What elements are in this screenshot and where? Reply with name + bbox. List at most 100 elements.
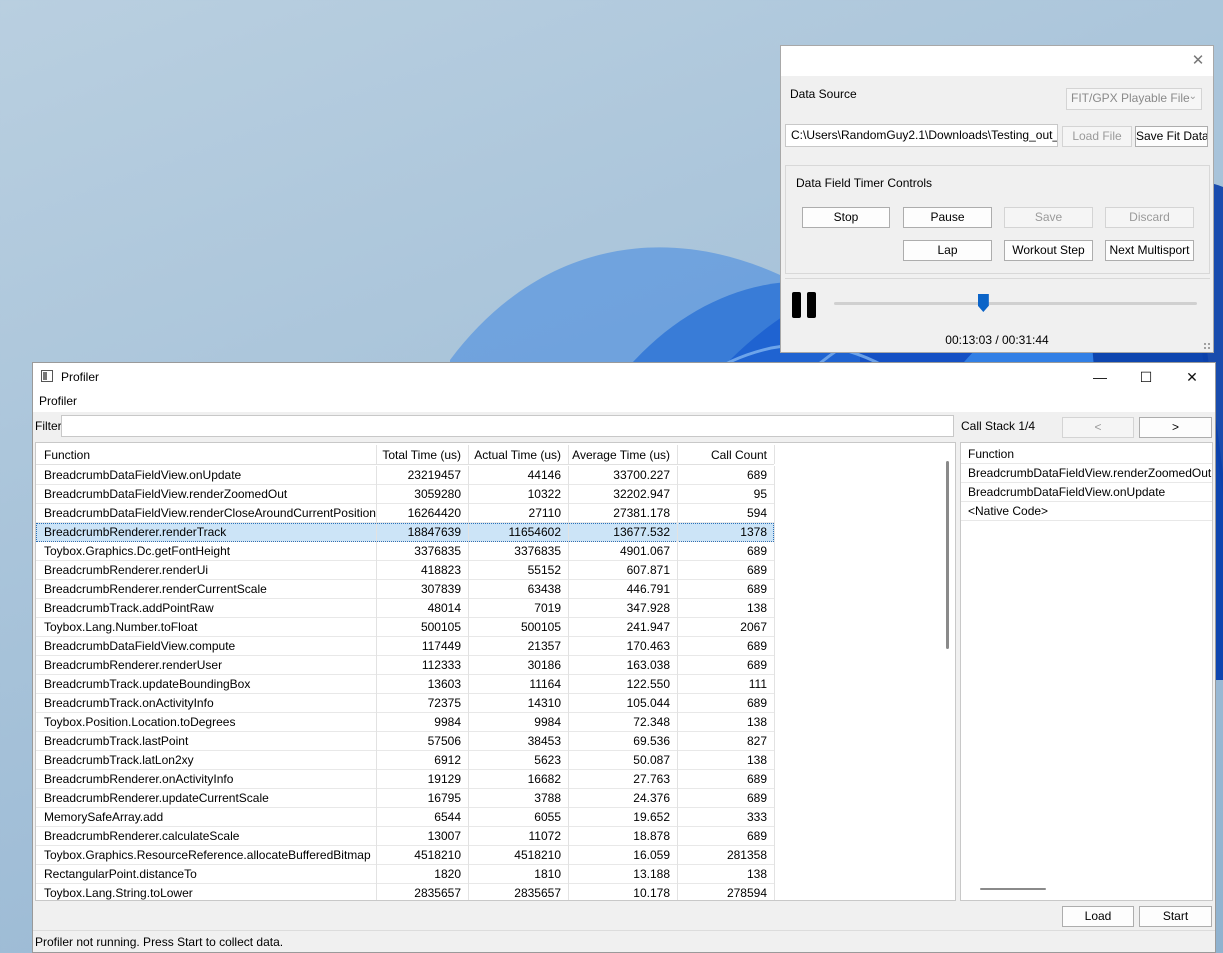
table-cell: 500105 (376, 618, 468, 637)
horizontal-scrollbar[interactable] (980, 888, 1046, 890)
table-cell: 16264420 (376, 504, 468, 523)
table-cell: BreadcrumbTrack.addPointRaw (44, 601, 214, 615)
table-cell: 689 (677, 656, 775, 675)
table-cell: 138 (677, 865, 775, 884)
table-cell: 69.536 (568, 732, 677, 751)
playback-time: 00:13:03 / 00:31:44 (945, 333, 1049, 347)
table-cell: 170.463 (568, 637, 677, 656)
call-stack-item[interactable]: BreadcrumbDataFieldView.renderZoomedOut (961, 464, 1212, 483)
table-row[interactable]: Toybox.Graphics.ResourceReference.alloca… (36, 846, 775, 865)
table-cell: BreadcrumbDataFieldView.onUpdate (44, 468, 242, 482)
table-row[interactable]: BreadcrumbTrack.lastPoint 57506 38453 69.53… (36, 732, 775, 751)
close-icon[interactable]: ✕ (1169, 363, 1215, 391)
pause-button[interactable]: Pause (903, 207, 992, 228)
lap-button[interactable]: Lap (903, 240, 992, 261)
column-header[interactable]: Call Count (677, 445, 775, 464)
table-cell: 10322 (468, 485, 568, 504)
table-cell: BreadcrumbDataFieldView.compute (44, 639, 236, 653)
discard-button[interactable]: Discard (1105, 207, 1194, 228)
call-stack-prev-button[interactable]: < (1062, 417, 1134, 438)
table-cell: 4518210 (468, 846, 568, 865)
table-cell: 95 (677, 485, 775, 504)
table-row[interactable]: BreadcrumbDataFieldView.onUpdate 23219457… (36, 466, 775, 485)
file-path-field[interactable]: C:\Users\RandomGuy2.1\Downloads\Testing_… (785, 124, 1058, 147)
table-row[interactable]: BreadcrumbRenderer.updateCurrentScale 167… (36, 789, 775, 808)
table-row[interactable]: BreadcrumbDataFieldView.renderCloseAroun… (36, 504, 775, 523)
table-cell: Toybox.Lang.String.toLower (44, 886, 193, 900)
stop-button[interactable]: Stop (802, 207, 890, 228)
next-multisport-button[interactable]: Next Multisport (1105, 240, 1194, 261)
table-cell: 18847639 (376, 523, 468, 542)
table-row[interactable]: RectangularPoint.distanceTo 1820 1810 13.18… (36, 865, 775, 884)
table-row[interactable]: BreadcrumbTrack.updateBoundingBox 13603 11… (36, 675, 775, 694)
table-row[interactable]: BreadcrumbTrack.onActivityInfo 72375 14310… (36, 694, 775, 713)
table-row[interactable]: BreadcrumbRenderer.renderUi 418823 55152 60… (36, 561, 775, 580)
table-cell: 827 (677, 732, 775, 751)
table-cell: 138 (677, 599, 775, 618)
workout-step-button[interactable]: Workout Step (1004, 240, 1093, 261)
data-source-select[interactable]: FIT/GPX Playable File ⌄ (1066, 88, 1202, 110)
pause-icon[interactable] (792, 292, 818, 318)
table-row[interactable]: Toybox.Graphics.Dc.getFontHeight 3376835 3… (36, 542, 775, 561)
table-cell: 689 (677, 561, 775, 580)
column-header[interactable]: Average Time (us) (568, 445, 677, 464)
load-button[interactable]: Load (1062, 906, 1134, 927)
table-cell: 689 (677, 466, 775, 485)
table-row[interactable]: Toybox.Lang.String.toLower 2835657 2835657… (36, 884, 775, 900)
table-cell: 27381.178 (568, 504, 677, 523)
call-stack-item[interactable]: BreadcrumbDataFieldView.onUpdate (961, 483, 1212, 502)
table-cell: 32202.947 (568, 485, 677, 504)
load-file-button[interactable]: Load File (1062, 126, 1132, 147)
table-cell: 10.178 (568, 884, 677, 900)
table-cell: 689 (677, 770, 775, 789)
table-cell: 11164 (468, 675, 568, 694)
save-button[interactable]: Save (1004, 207, 1093, 228)
table-cell: 418823 (376, 561, 468, 580)
table-cell: 19.652 (568, 808, 677, 827)
table-row[interactable]: BreadcrumbTrack.addPointRaw 48014 7019 347.… (36, 599, 775, 618)
table-cell: 13677.532 (568, 523, 677, 542)
table-cell: 138 (677, 751, 775, 770)
table-row[interactable]: Toybox.Position.Location.toDegrees 9984 99… (36, 713, 775, 732)
column-header[interactable]: Total Time (us) (376, 445, 468, 464)
filter-input[interactable] (61, 415, 954, 437)
column-header[interactable]: Function (44, 445, 376, 464)
minimize-icon[interactable]: — (1077, 363, 1123, 391)
table-cell: BreadcrumbDataFieldView.renderZoomedOut (44, 487, 288, 501)
table-header: Function Total Time (us) Actual Time (us… (36, 445, 775, 465)
table-cell: 112333 (376, 656, 468, 675)
table-cell: 689 (677, 580, 775, 599)
maximize-icon[interactable]: ☐ (1123, 363, 1169, 391)
call-stack-next-button[interactable]: > (1139, 417, 1212, 438)
table-row[interactable]: BreadcrumbRenderer.renderTrack 18847639 11… (36, 523, 775, 542)
table-cell: MemorySafeArray.add (44, 810, 164, 824)
menubar: Profiler (33, 391, 1215, 412)
table-row[interactable]: BreadcrumbTrack.latLon2xy 6912 5623 50.087 1… (36, 751, 775, 770)
table-cell: 446.791 (568, 580, 677, 599)
close-icon[interactable]: ✕ (1189, 52, 1207, 70)
column-header[interactable]: Actual Time (us) (468, 445, 568, 464)
table-cell: 111 (677, 675, 775, 694)
table-row[interactable]: Toybox.Lang.Number.toFloat 500105 500105 24… (36, 618, 775, 637)
table-row[interactable]: BreadcrumbDataFieldView.compute 117449 213… (36, 637, 775, 656)
resize-grip[interactable] (1203, 342, 1211, 350)
table-row[interactable]: BreadcrumbRenderer.renderCurrentScale 307… (36, 580, 775, 599)
table-cell: 16682 (468, 770, 568, 789)
table-cell: 3788 (468, 789, 568, 808)
profiler-titlebar: Profiler — ☐ ✕ (33, 363, 1215, 391)
menu-profiler[interactable]: Profiler (39, 394, 77, 408)
table-row[interactable]: BreadcrumbRenderer.renderUser 112333 30186… (36, 656, 775, 675)
vertical-scrollbar[interactable] (946, 461, 949, 649)
table-cell: 27.763 (568, 770, 677, 789)
save-fit-data-button[interactable]: Save Fit Data (1135, 126, 1208, 147)
table-row[interactable]: BreadcrumbRenderer.onActivityInfo 19129 16… (36, 770, 775, 789)
call-stack-item[interactable]: <Native Code> (961, 502, 1212, 521)
table-row[interactable]: MemorySafeArray.add 6544 6055 19.652 333 (36, 808, 775, 827)
playback-slider[interactable] (834, 302, 1197, 305)
start-button[interactable]: Start (1139, 906, 1212, 927)
table-row[interactable]: BreadcrumbDataFieldView.renderZoomedOut 3… (36, 485, 775, 504)
table-cell: 689 (677, 542, 775, 561)
table-cell: 3376835 (468, 542, 568, 561)
table-cell: 27110 (468, 504, 568, 523)
table-row[interactable]: BreadcrumbRenderer.calculateScale 13007 11… (36, 827, 775, 846)
